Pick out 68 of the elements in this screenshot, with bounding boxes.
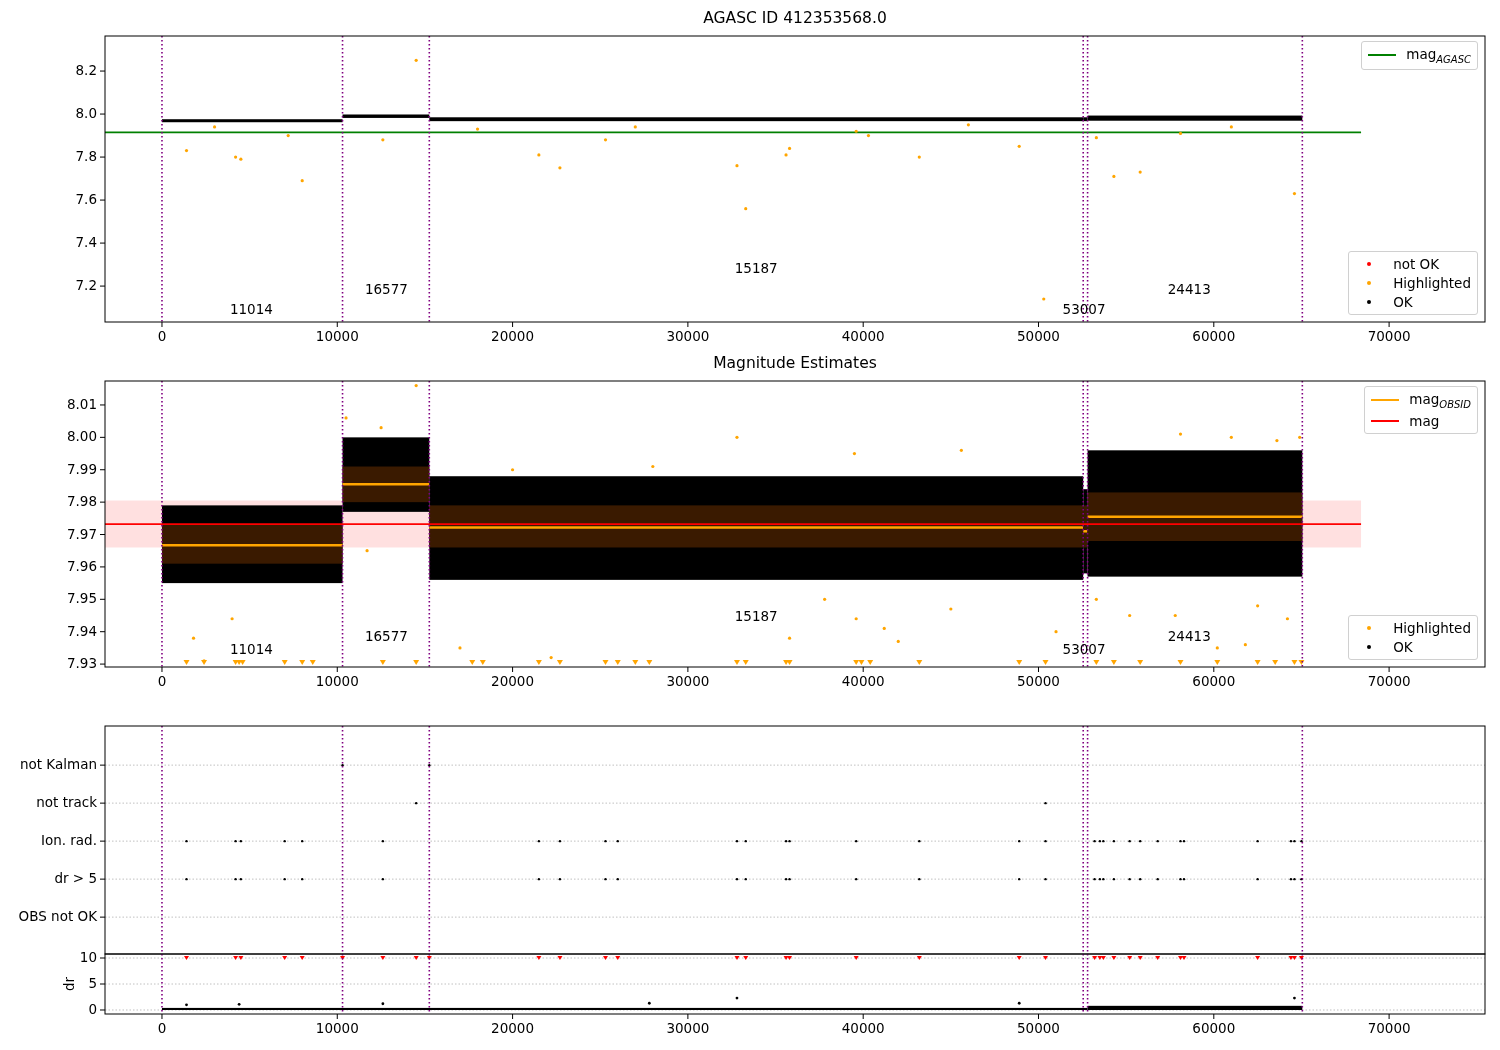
tick-label: 40000 — [841, 673, 885, 689]
tick-label: not Kalman — [19, 756, 97, 773]
tick-label: 0 — [157, 673, 167, 689]
tick-label: 7.96 — [66, 557, 97, 574]
tick-label: 70000 — [1367, 673, 1411, 689]
tick-label: 30000 — [666, 328, 710, 344]
tick-label: 7.94 — [66, 622, 97, 639]
tick-label: 50000 — [1017, 1020, 1060, 1036]
tick-label: 50000 — [1017, 673, 1060, 689]
tick-label: 0 — [157, 328, 167, 344]
segment-label: 24413 — [1167, 627, 1211, 644]
tick-label: OBS not OK — [18, 908, 97, 925]
tick-label: 7.6 — [75, 191, 97, 208]
legend-label: Highlighted — [1393, 620, 1471, 636]
tick-label: 40000 — [841, 328, 885, 344]
tick-label: 20000 — [491, 673, 535, 689]
tick-label: 30000 — [666, 673, 710, 689]
tick-label: 8.00 — [66, 428, 97, 445]
tick-label: Ion. rad. — [40, 832, 97, 849]
legend-label: not OK — [1393, 256, 1440, 272]
tick-label: 60000 — [1192, 673, 1236, 689]
tick-label: 7.93 — [66, 655, 97, 672]
legend-label: OK — [1393, 639, 1413, 655]
tick-label: 7.4 — [75, 234, 97, 251]
segment-label: 11014 — [229, 300, 273, 317]
tick-label: 0 — [157, 1020, 167, 1036]
tick-label: 8.01 — [66, 395, 97, 412]
tick-label: 30000 — [666, 1020, 710, 1036]
tick-label: 7.8 — [75, 148, 97, 165]
tick-label: 10000 — [315, 328, 359, 344]
tick-label: 10000 — [315, 1020, 359, 1036]
segment-label: 16577 — [364, 281, 408, 298]
tick-label: not track — [36, 794, 97, 811]
segment-label: 15187 — [734, 259, 778, 276]
tick-label: 7.98 — [66, 493, 97, 510]
segment-label: 15187 — [734, 608, 778, 625]
tick-label: 70000 — [1367, 328, 1411, 344]
segment-label: 24413 — [1167, 281, 1211, 298]
tick-label: 7.99 — [66, 460, 97, 477]
tick-label: 50000 — [1017, 328, 1060, 344]
axis-label: dr — [61, 976, 77, 992]
plot-title: Magnitude Estimates — [713, 353, 877, 372]
tick-label: 70000 — [1367, 1020, 1411, 1036]
tick-label: 0 — [88, 1001, 97, 1017]
segment-label: 16577 — [364, 627, 408, 644]
tick-label: 20000 — [491, 328, 535, 344]
tick-label: 7.2 — [75, 277, 97, 294]
tick-label: 7.95 — [66, 590, 97, 607]
tick-label: 5 — [88, 975, 97, 991]
legend-label: mag$_{AGASC}$ — [1406, 46, 1471, 65]
segment-label: 11014 — [229, 641, 273, 658]
legend-label: Highlighted — [1393, 275, 1471, 291]
tick-label: 10 — [79, 949, 97, 965]
tick-label: 7.97 — [66, 525, 97, 542]
tick-label: 40000 — [841, 1020, 885, 1036]
tick-label: 10000 — [315, 673, 359, 689]
legend-label: mag$_{OBSID}$ — [1409, 391, 1471, 410]
plot-title: AGASC ID 412353568.0 — [703, 8, 887, 27]
tick-label: dr > 5 — [54, 870, 97, 887]
tick-label: 8.2 — [75, 62, 97, 79]
legend-label: OK — [1393, 294, 1413, 310]
tick-label: 60000 — [1192, 328, 1236, 344]
legend-label: mag — [1409, 412, 1440, 429]
tick-label: 20000 — [491, 1020, 535, 1036]
segment-label: 53007 — [1062, 300, 1106, 317]
segment-label: 53007 — [1062, 641, 1106, 658]
tick-label: 60000 — [1192, 1020, 1236, 1036]
tick-label: 8.0 — [75, 105, 97, 122]
